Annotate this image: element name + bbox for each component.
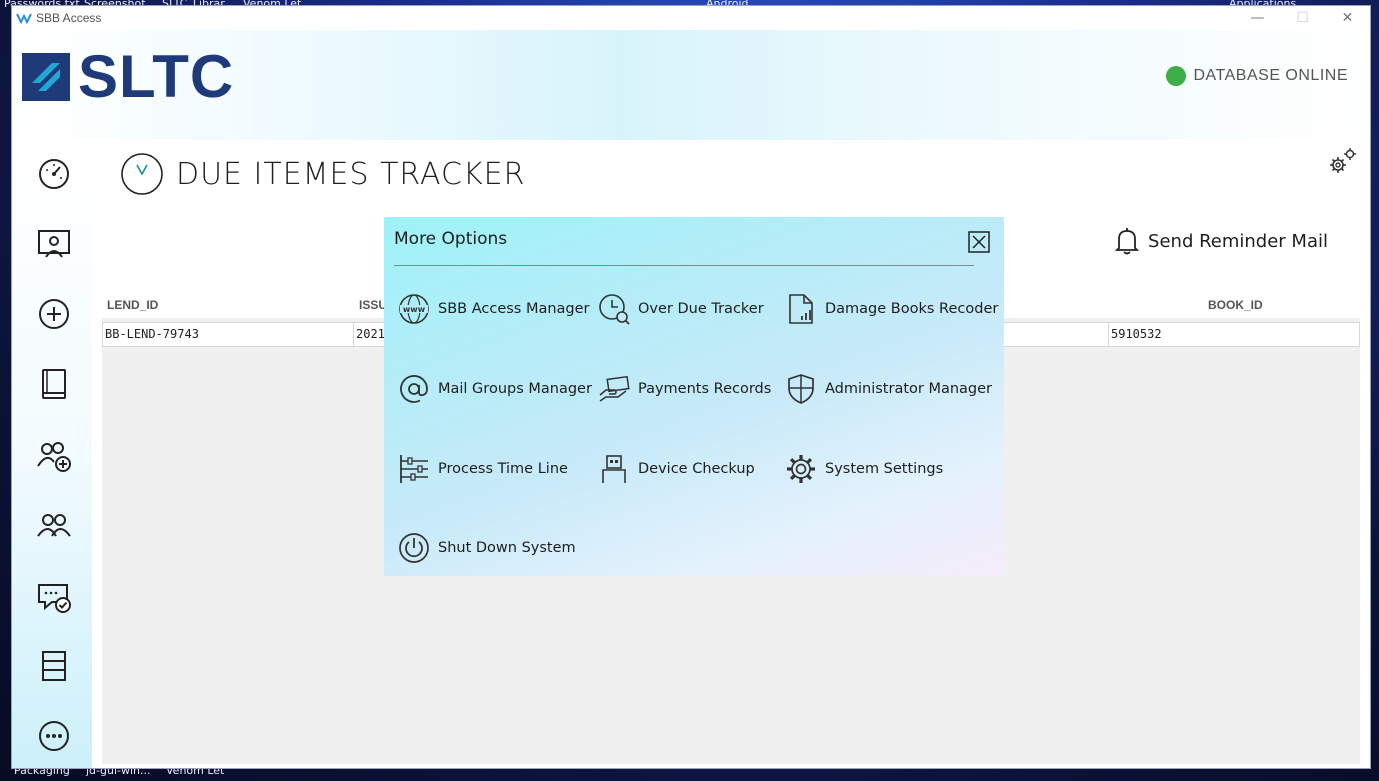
column-header-issue[interactable]: ISSU [359, 298, 387, 312]
hand-payment-icon [599, 375, 630, 402]
settings-gears-icon[interactable] [1328, 146, 1358, 176]
cell-lend-id: BB-LEND-79743 [103, 323, 354, 346]
usb-device-icon [602, 455, 626, 483]
app-icon [16, 13, 32, 25]
option-payments-records[interactable]: Payments Records [598, 371, 771, 407]
option-label: System Settings [825, 461, 944, 477]
column-header-lend-id[interactable]: LEND_ID [107, 298, 158, 312]
option-shut-down-system[interactable]: Shut Down System [398, 530, 576, 566]
www-globe-icon: www [399, 294, 429, 324]
send-reminder-label: Send Reminder Mail [1148, 230, 1328, 252]
title-bar[interactable]: SBB Access — ☐ ✕ [12, 6, 1370, 30]
more-options-popup: More Options www SBB Access Manager Over… [384, 217, 1004, 576]
list-icon[interactable] [34, 646, 74, 686]
window-controls: — ☐ ✕ [1235, 6, 1370, 30]
maximize-button[interactable]: ☐ [1280, 6, 1325, 30]
minimize-button[interactable]: — [1235, 6, 1280, 30]
bell-icon [1114, 228, 1140, 255]
option-administrator-manager[interactable]: Administrator Manager [785, 371, 992, 407]
at-sign-icon [400, 375, 428, 403]
more-icon[interactable] [34, 716, 74, 756]
chat-check-icon[interactable] [34, 578, 74, 618]
database-status: DATABASE ONLINE [1165, 66, 1349, 86]
app-window: SBB Access — ☐ ✕ SLTC DATABASE ONLINE DU… [11, 5, 1371, 769]
app-header: SLTC DATABASE ONLINE [12, 30, 1370, 140]
logo-mark-icon [22, 53, 70, 101]
page-title: DUE ITEMES TRACKER [176, 156, 526, 192]
status-dot [1165, 66, 1186, 86]
send-reminder-button[interactable]: Send Reminder Mail [1114, 226, 1328, 256]
option-sbb-access-manager[interactable]: www SBB Access Manager [398, 291, 590, 327]
popup-title: More Options [394, 229, 508, 249]
status-text: DATABASE ONLINE [1193, 67, 1348, 84]
option-system-settings[interactable]: System Settings [785, 451, 943, 487]
timeline-icon [400, 455, 428, 483]
clock-search-icon [599, 294, 630, 325]
close-icon[interactable] [968, 231, 990, 253]
option-mail-groups-manager[interactable]: Mail Groups Manager [398, 371, 592, 407]
presentation-icon[interactable] [34, 224, 74, 264]
option-label: Shut Down System [438, 540, 576, 556]
logo: SLTC [22, 43, 235, 110]
people-add-icon[interactable] [34, 436, 74, 476]
plus-circle-icon[interactable] [34, 294, 74, 334]
option-over-due-tracker[interactable]: Over Due Tracker [598, 291, 764, 327]
option-label: Over Due Tracker [638, 301, 764, 317]
option-label: Process Time Line [438, 461, 568, 477]
option-label: Mail Groups Manager [438, 381, 592, 397]
option-process-time-line[interactable]: Process Time Line [398, 451, 568, 487]
shield-icon [788, 374, 814, 404]
popup-divider [394, 265, 974, 266]
gear-icon [787, 455, 815, 483]
option-label: Device Checkup [638, 461, 755, 477]
sidebar [12, 140, 92, 768]
column-header-book-id[interactable]: BOOK_ID [1208, 298, 1263, 312]
option-label: Administrator Manager [825, 381, 993, 397]
svg-text:www: www [403, 305, 426, 314]
window-title: SBB Access [36, 11, 102, 25]
book-icon[interactable] [34, 364, 74, 404]
option-device-checkup[interactable]: Device Checkup [598, 451, 755, 487]
clock-icon [121, 153, 163, 195]
cell-book-id: 5910532 [1108, 323, 1359, 346]
speedometer-icon[interactable] [34, 154, 74, 194]
logo-text: SLTC [78, 43, 235, 110]
option-label: SBB Access Manager [438, 301, 590, 317]
people-icon[interactable] [34, 506, 74, 546]
power-icon [399, 533, 429, 563]
page-header: DUE ITEMES TRACKER [120, 152, 525, 196]
option-label: Damage Books Recoder [825, 301, 999, 317]
close-button[interactable]: ✕ [1325, 6, 1370, 30]
option-label: Payments Records [638, 381, 772, 397]
option-damage-books-recoder[interactable]: Damage Books Recoder [785, 291, 998, 327]
document-chart-icon [789, 294, 813, 324]
